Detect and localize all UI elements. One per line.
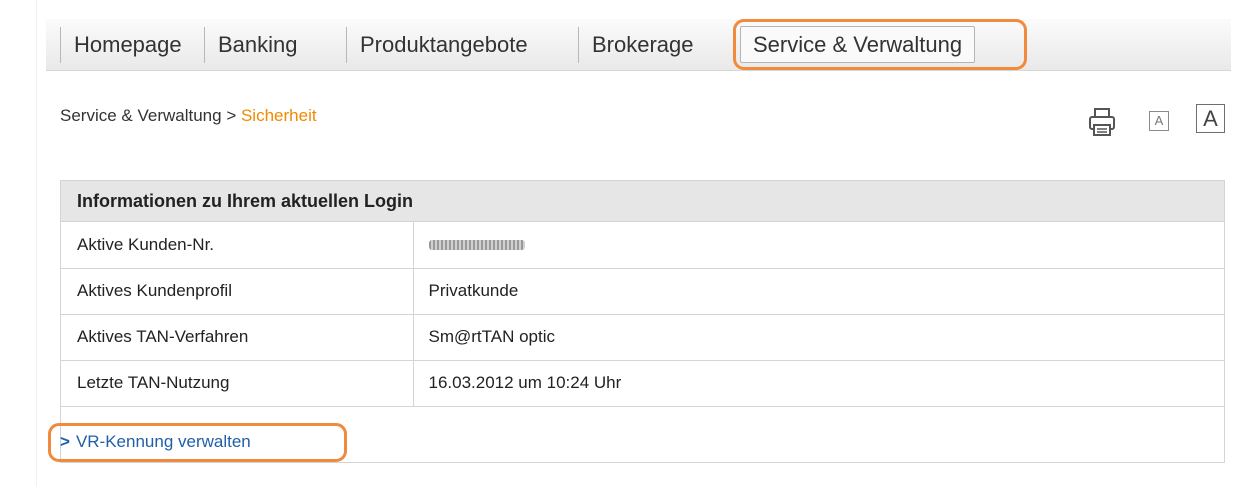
- breadcrumb-separator: >: [221, 106, 241, 125]
- font-size-large-button[interactable]: A: [1196, 104, 1225, 133]
- row-label: Aktives Kundenprofil: [61, 268, 414, 315]
- row-value: Sm@rtTAN optic: [413, 314, 1224, 361]
- nav-tab-brokerage[interactable]: Brokerage: [578, 27, 694, 63]
- table-row: Aktive Kunden-Nr.: [61, 222, 1224, 269]
- masked-customer-number: [428, 240, 525, 251]
- row-value: [413, 222, 1224, 269]
- printer-icon[interactable]: [1088, 107, 1116, 137]
- breadcrumb-parent[interactable]: Service & Verwaltung: [60, 106, 222, 125]
- row-label: Aktive Kunden-Nr.: [61, 222, 414, 269]
- breadcrumb: Service & Verwaltung > Sicherheit: [60, 106, 317, 126]
- nav-tab-service-verwaltung[interactable]: Service & Verwaltung: [740, 26, 976, 63]
- page-edge: [36, 0, 37, 486]
- nav-tab-banking[interactable]: Banking: [204, 27, 298, 63]
- table-row: Letzte TAN-Nutzung 16.03.2012 um 10:24 U…: [61, 360, 1224, 407]
- nav-tab-homepage[interactable]: Homepage: [60, 27, 182, 63]
- row-label: Letzte TAN-Nutzung: [61, 360, 414, 407]
- row-value: 16.03.2012 um 10:24 Uhr: [413, 360, 1224, 407]
- panel-heading: Informationen zu Ihrem aktuellen Login: [61, 181, 1224, 222]
- breadcrumb-current: Sicherheit: [240, 106, 317, 125]
- nav-tab-produktangebote[interactable]: Produktangebote: [346, 27, 528, 63]
- chevron-right-icon: >: [60, 432, 70, 451]
- main-navigation: Homepage Banking Produktangebote Brokera…: [46, 19, 1231, 71]
- login-info-panel: Informationen zu Ihrem aktuellen Login A…: [60, 180, 1225, 463]
- table-row: Aktives Kundenprofil Privatkunde: [61, 268, 1224, 315]
- row-label: Aktives TAN-Verfahren: [61, 314, 414, 361]
- table-row: Aktives TAN-Verfahren Sm@rtTAN optic: [61, 314, 1224, 361]
- font-size-small-button[interactable]: A: [1149, 111, 1169, 131]
- manage-vr-id-link[interactable]: > VR-Kennung verwalten: [60, 432, 251, 452]
- row-value: Privatkunde: [413, 268, 1224, 315]
- login-info-table: Aktive Kunden-Nr. Aktives Kundenprofil P…: [61, 222, 1224, 407]
- link-label[interactable]: VR-Kennung verwalten: [76, 432, 251, 451]
